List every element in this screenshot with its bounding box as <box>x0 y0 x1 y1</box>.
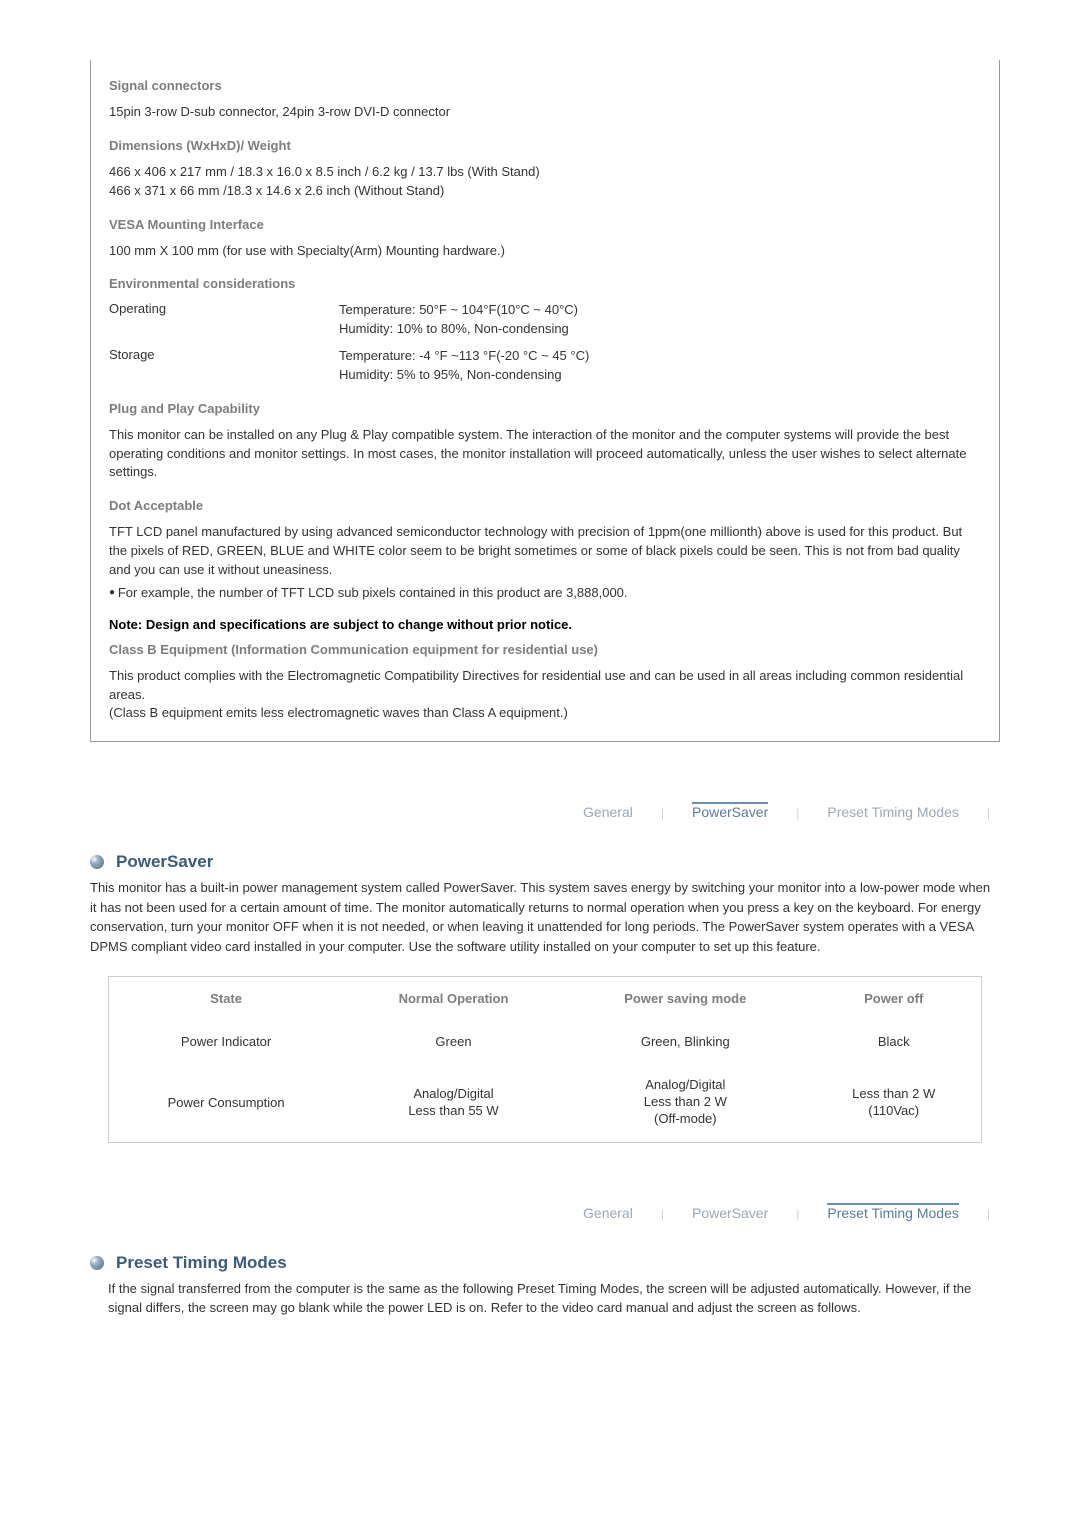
tab-separator: | <box>661 1207 664 1223</box>
section-header-powersaver: PowerSaver <box>90 852 1000 872</box>
heading-signal-connectors: Signal connectors <box>109 78 981 93</box>
td-line: Analog/Digital <box>351 1086 556 1103</box>
text-class-b-1: This product complies with the Electroma… <box>109 667 981 705</box>
heading-vesa: VESA Mounting Interface <box>109 217 981 232</box>
td-power-indicator-label: Power Indicator <box>109 1020 343 1063</box>
tab-powersaver[interactable]: PowerSaver <box>692 1205 768 1223</box>
text-operating-temp: Temperature: 50°F ~ 104°F(10°C ~ 40°C) <box>339 301 981 320</box>
tab-separator: | <box>987 1207 990 1223</box>
tab-separator: | <box>987 806 990 822</box>
text-plug-play: This monitor can be installed on any Plu… <box>109 426 981 483</box>
section-title-powersaver: PowerSaver <box>116 852 213 872</box>
heading-environmental: Environmental considerations <box>109 276 981 291</box>
text-vesa: 100 mm X 100 mm (for use with Specialty(… <box>109 242 981 261</box>
td-power-consumption-label: Power Consumption <box>109 1063 343 1142</box>
heading-dot-acceptable: Dot Acceptable <box>109 498 981 513</box>
td-power-consumption-off: Less than 2 W (110Vac) <box>807 1063 981 1142</box>
text-dimensions-line1: 466 x 406 x 217 mm / 18.3 x 16.0 x 8.5 i… <box>109 163 981 182</box>
td-power-indicator-saving: Green, Blinking <box>564 1020 807 1063</box>
text-signal-connectors: 15pin 3-row D-sub connector, 24pin 3-row… <box>109 103 981 122</box>
td-power-indicator-off: Black <box>807 1020 981 1063</box>
tab-preset-timing[interactable]: Preset Timing Modes <box>827 804 959 822</box>
tab-separator: | <box>661 806 664 822</box>
text-storage-temp: Temperature: -4 °F ~113 °F(-20 °C ~ 45 °… <box>339 347 981 366</box>
td-line: Less than 55 W <box>351 1103 556 1120</box>
text-operating-humidity: Humidity: 10% to 80%, Non-condensing <box>339 320 981 339</box>
tab-nav-preset: General | PowerSaver | Preset Timing Mod… <box>90 1203 1000 1223</box>
th-power-off: Power off <box>807 977 981 1020</box>
label-storage: Storage <box>109 347 339 385</box>
section-title-preset: Preset Timing Modes <box>116 1253 287 1273</box>
td-line: (Off-mode) <box>572 1111 799 1128</box>
text-class-b-2: (Class B equipment emits less electromag… <box>109 704 981 723</box>
th-power-saving-mode: Power saving mode <box>564 977 807 1020</box>
tab-general[interactable]: General <box>583 804 633 822</box>
tab-separator: | <box>796 1207 799 1223</box>
tab-preset-timing[interactable]: Preset Timing Modes <box>827 1203 959 1223</box>
section-body-preset: If the signal transferred from the compu… <box>90 1279 1000 1318</box>
td-line: Analog/Digital <box>572 1077 799 1094</box>
heading-class-b: Class B Equipment (Information Communica… <box>109 642 981 657</box>
text-dot-acceptable: TFT LCD panel manufactured by using adva… <box>109 523 981 580</box>
row-storage: Storage Temperature: -4 °F ~113 °F(-20 °… <box>109 347 981 385</box>
text-storage-humidity: Humidity: 5% to 95%, Non-condensing <box>339 366 981 385</box>
text-dot-bullet: For example, the number of TFT LCD sub p… <box>109 584 981 603</box>
tab-nav-powersaver: General | PowerSaver | Preset Timing Mod… <box>90 802 1000 822</box>
specifications-box: Signal connectors 15pin 3-row D-sub conn… <box>90 60 1000 742</box>
tab-separator: | <box>796 806 799 822</box>
label-operating: Operating <box>109 301 339 339</box>
th-normal-operation: Normal Operation <box>343 977 564 1020</box>
tab-powersaver[interactable]: PowerSaver <box>692 802 768 822</box>
powersaver-table: State Normal Operation Power saving mode… <box>108 976 982 1143</box>
bullet-icon <box>90 1256 104 1270</box>
td-power-consumption-normal: Analog/Digital Less than 55 W <box>343 1063 564 1142</box>
td-line: (110Vac) <box>815 1103 973 1120</box>
section-header-preset: Preset Timing Modes <box>90 1253 1000 1273</box>
section-body-powersaver: This monitor has a built-in power manage… <box>90 878 1000 956</box>
td-power-indicator-normal: Green <box>343 1020 564 1063</box>
td-line: Less than 2 W <box>815 1086 973 1103</box>
th-state: State <box>109 977 343 1020</box>
bullet-icon <box>90 855 104 869</box>
td-power-consumption-saving: Analog/Digital Less than 2 W (Off-mode) <box>564 1063 807 1142</box>
note-design-change: Note: Design and specifications are subj… <box>109 617 981 632</box>
tab-general[interactable]: General <box>583 1205 633 1223</box>
heading-dimensions: Dimensions (WxHxD)/ Weight <box>109 138 981 153</box>
row-operating: Operating Temperature: 50°F ~ 104°F(10°C… <box>109 301 981 339</box>
text-dimensions-line2: 466 x 371 x 66 mm /18.3 x 14.6 x 2.6 inc… <box>109 182 981 201</box>
td-line: Less than 2 W <box>572 1094 799 1111</box>
heading-plug-play: Plug and Play Capability <box>109 401 981 416</box>
